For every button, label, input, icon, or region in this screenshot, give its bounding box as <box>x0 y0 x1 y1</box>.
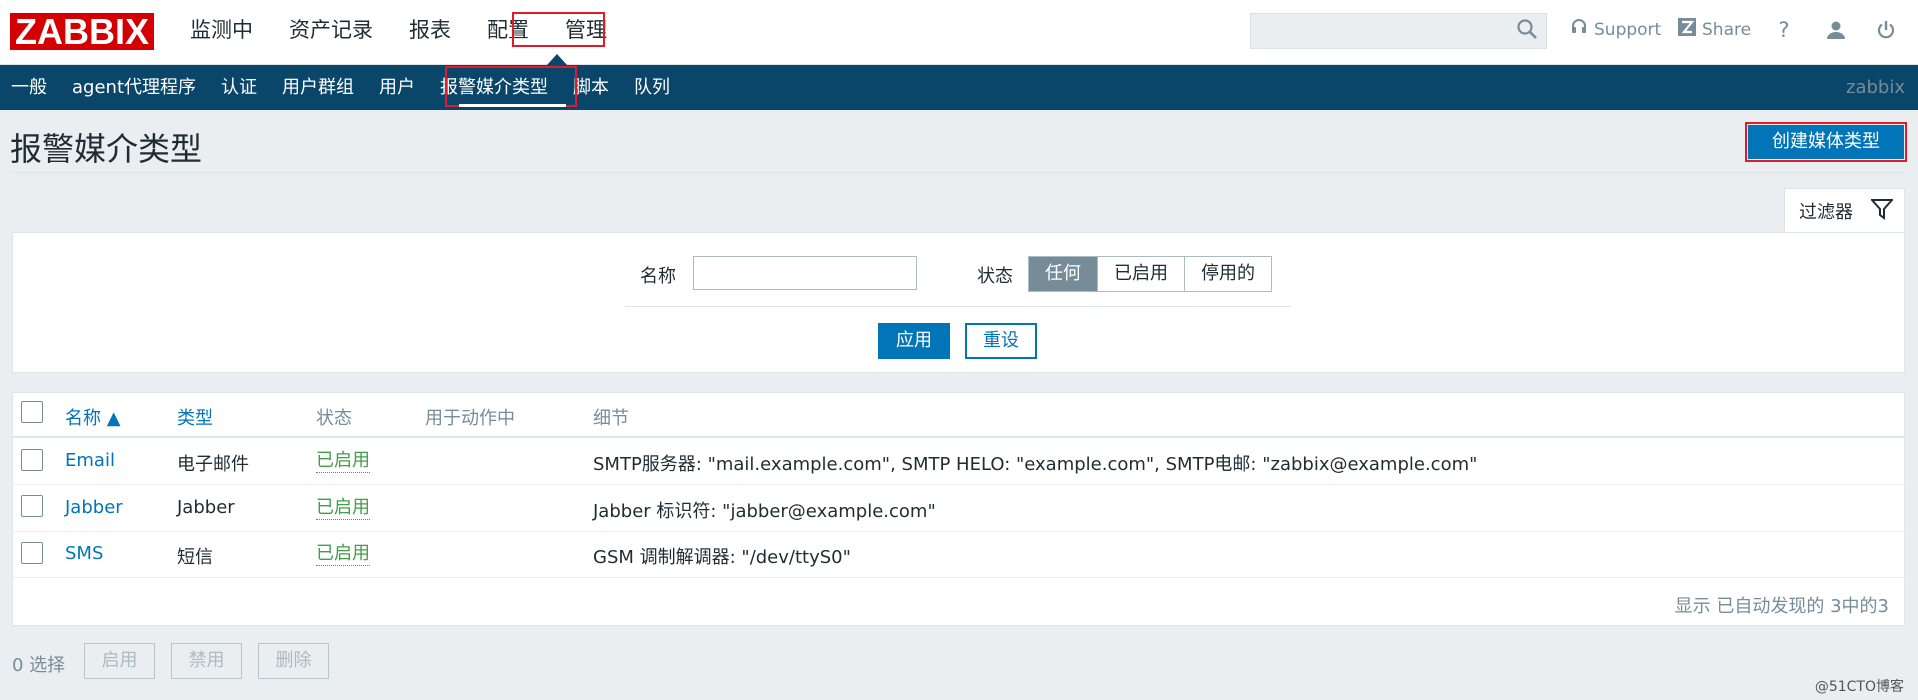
headset-icon <box>1570 18 1588 41</box>
row-divider <box>12 484 1905 485</box>
media-types-table <box>12 392 1905 626</box>
media-type-kind: Jabber <box>177 497 235 518</box>
media-type-name-link[interactable]: Email <box>65 450 115 471</box>
row-checkbox[interactable] <box>21 495 43 517</box>
row-divider <box>12 577 1905 578</box>
funnel-icon <box>1869 198 1895 225</box>
top-header: ZABBIX 监测中 资产记录 报表 配置 管理 Support Share ? <box>0 0 1918 65</box>
status-segmented-control: 任何 已启用 停用的 <box>1028 256 1272 292</box>
share-icon <box>1678 18 1696 41</box>
enable-button[interactable]: 启用 <box>84 643 155 679</box>
filter-panel <box>12 232 1905 373</box>
row-divider <box>12 531 1905 532</box>
media-type-name-link[interactable]: SMS <box>65 543 103 564</box>
column-header-details: 细节 <box>593 408 629 429</box>
filter-divider <box>625 306 1291 307</box>
column-header-name[interactable]: 名称 ▲ <box>65 404 121 430</box>
zabbix-logo[interactable]: ZABBIX <box>10 13 154 50</box>
status-option-disabled[interactable]: 停用的 <box>1185 257 1271 291</box>
status-toggle-link[interactable]: 已启用 <box>316 450 370 473</box>
status-option-any[interactable]: 任何 <box>1029 257 1098 291</box>
search-input[interactable] <box>1250 13 1547 49</box>
filter-tab-label: 过滤器 <box>1799 202 1853 223</box>
support-label: Support <box>1594 19 1662 40</box>
help-icon[interactable]: ? <box>1770 16 1798 44</box>
filter-tab[interactable]: 过滤器 <box>1784 188 1905 233</box>
media-type-details: SMTP服务器: "mail.example.com", SMTP HELO: … <box>593 454 1478 475</box>
column-header-status: 状态 <box>316 408 352 429</box>
media-type-kind: 电子邮件 <box>177 454 249 475</box>
selected-count: 0 选择 <box>12 655 66 676</box>
media-type-name-link[interactable]: Jabber <box>65 497 123 518</box>
subnav-selected-underline <box>459 104 566 107</box>
subnav-general[interactable]: 一般 <box>0 65 61 110</box>
subnav-users[interactable]: 用户 <box>368 65 429 110</box>
table-stats: 显示 已自动发现的 3中的3 <box>1674 596 1889 617</box>
subnav-authentication[interactable]: 认证 <box>210 65 271 110</box>
filter-status-label: 状态 <box>977 266 1013 287</box>
menu-reports[interactable]: 报表 <box>391 0 469 60</box>
menu-inventory[interactable]: 资产记录 <box>271 0 391 60</box>
column-header-type[interactable]: 类型 <box>177 404 213 430</box>
status-toggle-link[interactable]: 已启用 <box>316 497 370 520</box>
filter-name-input[interactable] <box>693 256 917 290</box>
row-checkbox[interactable] <box>21 449 43 471</box>
subnav-proxies[interactable]: agent代理程序 <box>61 65 210 110</box>
reset-button[interactable]: 重设 <box>965 323 1037 359</box>
menu-highlight-box <box>512 12 605 47</box>
title-divider <box>10 172 1906 173</box>
menu-monitoring[interactable]: 监测中 <box>172 0 271 60</box>
sub-navigation: 一般 agent代理程序 认证 用户群组 用户 报警媒介类型 脚本 队列 zab… <box>0 65 1918 110</box>
media-type-details: GSM 调制解调器: "/dev/ttyS0" <box>593 547 851 568</box>
create-button-highlight-box <box>1745 122 1907 162</box>
search-icon[interactable] <box>1516 18 1540 42</box>
delete-button[interactable]: 删除 <box>258 643 329 679</box>
subnav-user-groups[interactable]: 用户群组 <box>271 65 368 110</box>
media-type-kind: 短信 <box>177 547 213 568</box>
subnav-queue[interactable]: 队列 <box>623 65 684 110</box>
watermark: @51CTO博客 <box>1814 679 1904 695</box>
media-type-details: Jabber 标识符: "jabber@example.com" <box>593 501 936 522</box>
page-title: 报警媒介类型 <box>10 130 203 168</box>
sign-out-icon[interactable] <box>1872 16 1900 44</box>
select-all-checkbox[interactable] <box>21 401 43 423</box>
user-profile-icon[interactable] <box>1822 16 1850 44</box>
column-header-used-in-actions: 用于动作中 <box>425 408 515 429</box>
server-name: zabbix <box>1846 77 1905 98</box>
menu-selected-caret <box>547 54 567 65</box>
disable-button[interactable]: 禁用 <box>171 643 242 679</box>
subnav-highlight-box <box>445 66 577 107</box>
table-header-divider <box>12 436 1905 438</box>
share-label: Share <box>1702 19 1752 40</box>
filter-name-label: 名称 <box>640 266 676 287</box>
share-link[interactable]: Share <box>1678 18 1751 41</box>
apply-button[interactable]: 应用 <box>878 323 950 359</box>
status-option-enabled[interactable]: 已启用 <box>1098 257 1185 291</box>
status-toggle-link[interactable]: 已启用 <box>316 543 370 566</box>
row-checkbox[interactable] <box>21 542 43 564</box>
support-link[interactable]: Support <box>1570 18 1661 41</box>
